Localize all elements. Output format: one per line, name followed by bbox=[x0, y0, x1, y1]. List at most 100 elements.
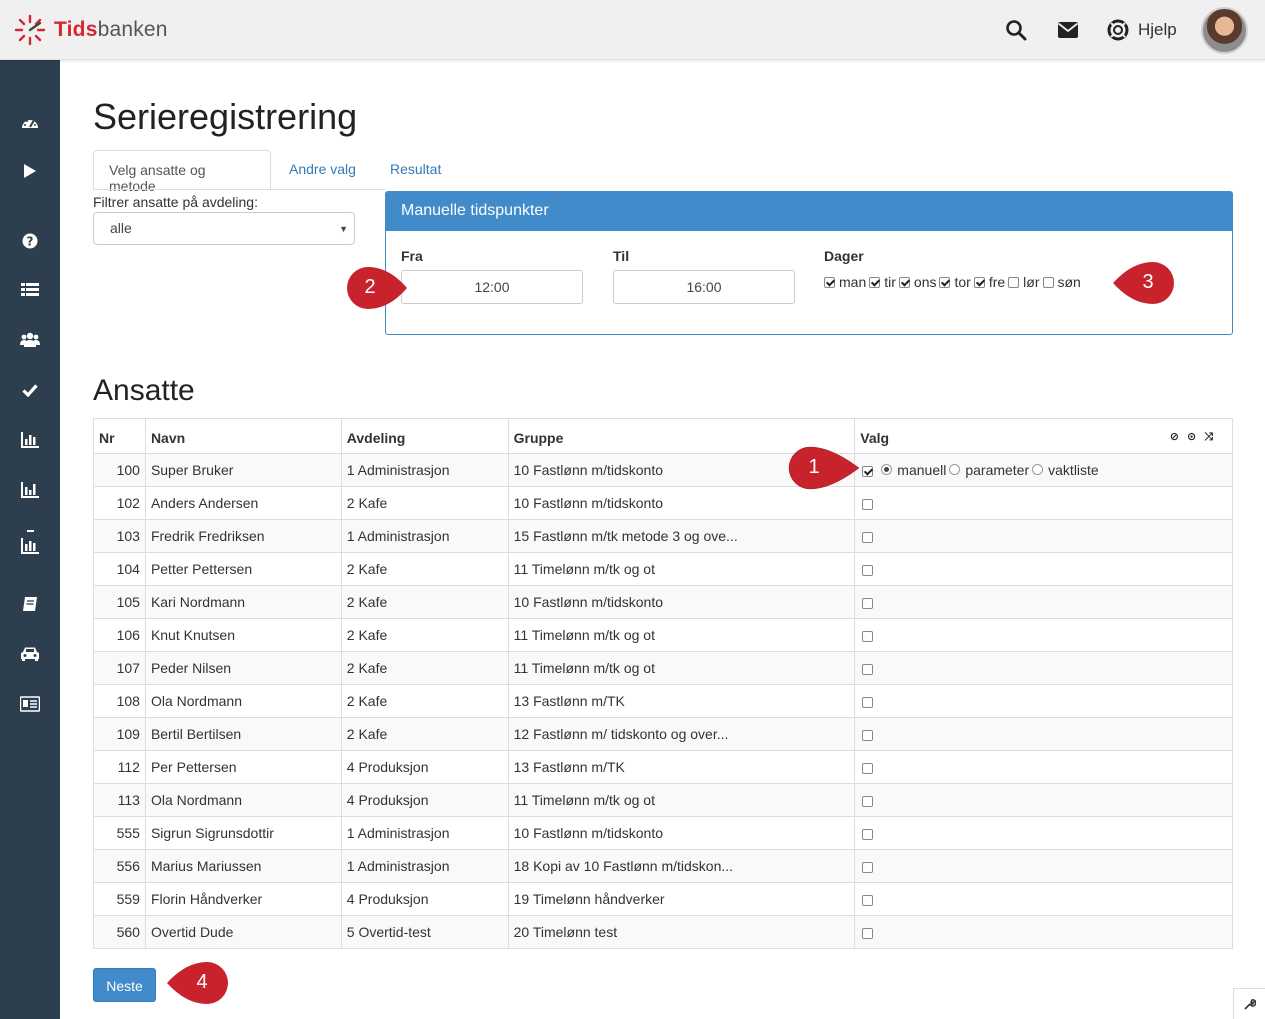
logo-icon bbox=[14, 14, 46, 46]
col-header-avdeling[interactable]: Avdeling bbox=[340, 418, 509, 454]
table-row[interactable]: 107 Peder Nilsen 2 Kafe 11 Timelønn m/tk og… bbox=[93, 651, 1233, 685]
cell-nr: 108 bbox=[93, 684, 146, 718]
user-avatar[interactable] bbox=[1201, 7, 1248, 54]
row-select-checkbox[interactable] bbox=[862, 531, 874, 543]
check-icon[interactable] bbox=[18, 378, 42, 402]
users-icon[interactable] bbox=[18, 328, 42, 352]
day-man[interactable]: man bbox=[824, 274, 869, 290]
table-row[interactable]: 100 Super Bruker 1 Administrasjon 10 Fastlø… bbox=[93, 453, 1233, 487]
row-select-checkbox[interactable] bbox=[862, 894, 874, 906]
day-tir[interactable]: tir bbox=[869, 274, 899, 290]
bar-chart-icon[interactable] bbox=[18, 478, 42, 502]
table-row[interactable]: 113 Ola Nordmann 4 Produksjon 11 Timelønn m… bbox=[93, 783, 1233, 817]
row-select-checkbox[interactable] bbox=[862, 663, 874, 675]
day-son[interactable]: søn bbox=[1042, 274, 1084, 290]
day-ons[interactable]: ons bbox=[898, 274, 940, 290]
day-lor[interactable]: lør bbox=[1008, 274, 1042, 290]
table-row[interactable]: 108 Ola Nordmann 2 Kafe 13 Fastlønn m/TK bbox=[93, 684, 1233, 718]
day-son-checkbox[interactable] bbox=[1042, 276, 1054, 288]
table-row[interactable]: 103 Fredrik Fredriksen 1 Administrasjon 15 … bbox=[93, 519, 1233, 553]
shuffle-icon[interactable]: ⤨ bbox=[1204, 431, 1221, 443]
cell-navn: Sigrun Sigrunsdottir bbox=[144, 816, 342, 850]
table-row[interactable]: 105 Kari Nordmann 2 Kafe 10 Fastlønn m/tids… bbox=[93, 585, 1233, 619]
wrench-icon[interactable] bbox=[1233, 988, 1265, 1019]
cell-nr: 105 bbox=[93, 585, 146, 619]
table-header-row: Nr Navn Avdeling Gruppe Valg ⊘⊙⤨ bbox=[93, 418, 1233, 454]
cell-valg bbox=[854, 750, 1233, 784]
cell-gruppe: 11 Timelønn m/tk og ot bbox=[507, 651, 856, 685]
method-radio-parameter[interactable] bbox=[949, 464, 961, 476]
table-row[interactable]: 559 Florin Håndverker 4 Produksjon 19 Timel… bbox=[93, 882, 1233, 916]
table-row[interactable]: 560 Overtid Dude 5 Overtid-test 20 Timelønn… bbox=[93, 915, 1233, 949]
row-select-checkbox[interactable] bbox=[862, 828, 874, 840]
day-lor-checkbox[interactable] bbox=[1008, 276, 1020, 288]
table-row[interactable]: 112 Per Pettersen 4 Produksjon 13 Fastlønn … bbox=[93, 750, 1233, 784]
id-card-icon[interactable] bbox=[18, 692, 42, 716]
row-select-checkbox[interactable] bbox=[862, 795, 874, 807]
table-row[interactable]: 556 Marius Mariussen 1 Administrasjon 18 Ko… bbox=[93, 849, 1233, 883]
envelope-icon[interactable] bbox=[1056, 18, 1080, 42]
book-icon[interactable] bbox=[18, 592, 42, 616]
day-man-checkbox[interactable] bbox=[824, 276, 835, 288]
cell-gruppe: 13 Fastlønn m/TK bbox=[507, 684, 856, 718]
row-select-checkbox[interactable] bbox=[862, 861, 874, 873]
col-header-nr[interactable]: Nr bbox=[93, 418, 146, 454]
day-ons-checkbox[interactable] bbox=[898, 276, 910, 288]
table-row[interactable]: 102 Anders Andersen 2 Kafe 10 Fastlønn m/ti… bbox=[93, 486, 1233, 520]
tab-divider bbox=[93, 189, 385, 190]
row-select-checkbox[interactable] bbox=[862, 597, 874, 609]
row-select-checkbox[interactable] bbox=[862, 729, 874, 741]
row-select-checkbox[interactable] bbox=[862, 498, 874, 510]
til-time-input[interactable]: 16:00 bbox=[613, 270, 795, 304]
department-select[interactable]: alle ▼ bbox=[93, 212, 355, 245]
day-tir-checkbox[interactable] bbox=[869, 276, 881, 288]
select-all-icon[interactable]: ⊘ bbox=[1170, 431, 1187, 443]
day-fre-checkbox[interactable] bbox=[973, 276, 985, 288]
tab-velg-ansatte[interactable]: Velg ansatte og metode bbox=[93, 150, 271, 194]
tidsbanken-logo[interactable]: Tidsbanken bbox=[14, 14, 168, 46]
day-tor-checkbox[interactable] bbox=[939, 276, 951, 288]
day-tor[interactable]: tor bbox=[939, 274, 973, 290]
cell-nr: 555 bbox=[93, 816, 146, 850]
fra-time-input[interactable]: 12:00 bbox=[401, 270, 583, 304]
valg-header-label: Valg bbox=[860, 430, 890, 446]
cell-valg bbox=[854, 717, 1233, 751]
table-row[interactable]: 106 Knut Knutsen 2 Kafe 11 Timelønn m/tk og… bbox=[93, 618, 1233, 652]
cell-valg bbox=[854, 816, 1233, 850]
question-icon[interactable]: ? bbox=[18, 229, 42, 253]
row-select-checkbox[interactable] bbox=[862, 630, 874, 642]
help-link[interactable]: Hjelp bbox=[1138, 20, 1177, 40]
day-fre[interactable]: fre bbox=[973, 274, 1008, 290]
select-none-icon[interactable]: ⊙ bbox=[1187, 431, 1204, 443]
row-select-checkbox[interactable] bbox=[862, 696, 874, 708]
cell-avdeling: 2 Kafe bbox=[340, 684, 509, 718]
col-header-navn[interactable]: Navn bbox=[144, 418, 342, 454]
cell-navn: Florin Håndverker bbox=[144, 882, 342, 916]
cell-navn: Bertil Bertilsen bbox=[144, 717, 342, 751]
list-icon[interactable] bbox=[18, 278, 42, 302]
bar-chart-minus-icon[interactable] bbox=[18, 526, 42, 558]
next-button[interactable]: Neste bbox=[93, 968, 156, 1002]
row-select-checkbox[interactable] bbox=[862, 564, 874, 576]
table-row[interactable]: 555 Sigrun Sigrunsdottir 1 Administrasjon 1… bbox=[93, 816, 1233, 850]
valg-header-tools: ⊘⊙⤨ bbox=[1170, 430, 1221, 444]
lifebuoy-icon[interactable] bbox=[1106, 18, 1130, 42]
cell-valg bbox=[854, 585, 1233, 619]
table-row[interactable]: 109 Bertil Bertilsen 2 Kafe 12 Fastlønn m/ … bbox=[93, 717, 1233, 751]
cell-gruppe: 10 Fastlønn m/tidskonto bbox=[507, 816, 856, 850]
bar-chart-icon[interactable] bbox=[18, 428, 42, 452]
dashboard-icon[interactable] bbox=[18, 110, 42, 134]
tab-resultat[interactable]: Resultat bbox=[375, 150, 456, 190]
car-icon[interactable] bbox=[18, 642, 42, 666]
row-select-checkbox[interactable] bbox=[862, 762, 874, 774]
play-icon[interactable] bbox=[18, 159, 42, 183]
search-icon[interactable] bbox=[1004, 18, 1028, 42]
row-select-checkbox[interactable] bbox=[862, 927, 874, 939]
method-radio-vaktliste[interactable] bbox=[1032, 464, 1044, 476]
table-row[interactable]: 104 Petter Pettersen 2 Kafe 11 Timelønn m/t… bbox=[93, 552, 1233, 586]
tab-andre-valg[interactable]: Andre valg bbox=[274, 150, 371, 190]
cell-gruppe: 19 Timelønn håndverker bbox=[507, 882, 856, 916]
cell-avdeling: 5 Overtid-test bbox=[340, 915, 509, 949]
cell-navn: Knut Knutsen bbox=[144, 618, 342, 652]
method-radio-manuell[interactable] bbox=[881, 464, 893, 476]
